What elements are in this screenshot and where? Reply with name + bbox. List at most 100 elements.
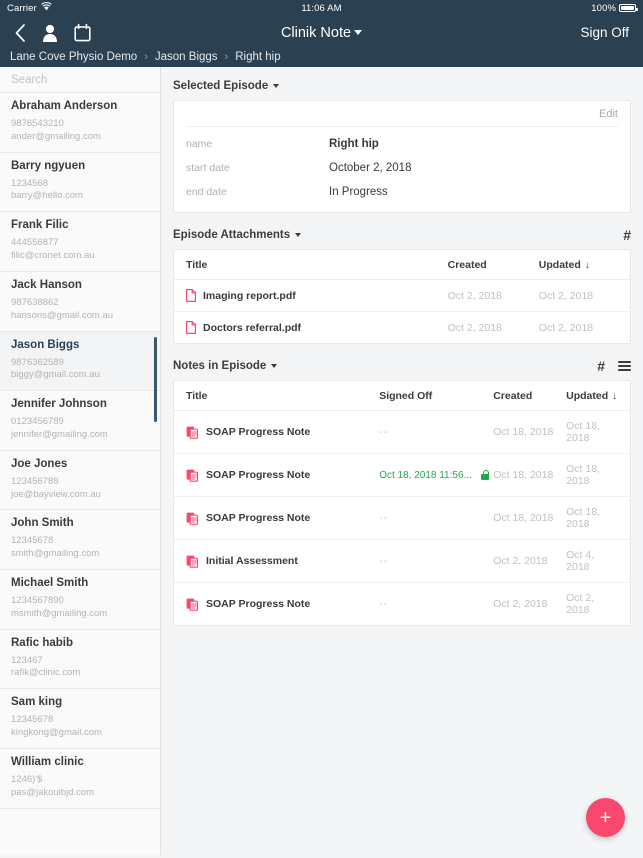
sign-off-button[interactable]: Sign Off bbox=[580, 25, 629, 40]
episode-attachments-title[interactable]: Episode Attachments bbox=[173, 229, 290, 241]
column-header-created[interactable]: Created bbox=[493, 381, 567, 411]
patient-list-item[interactable]: Rafic habib 123467 rafik@clinic.com bbox=[0, 630, 160, 690]
table-row[interactable]: SOAP Progress Note Oct 18, 2018 11:56... O… bbox=[174, 453, 630, 497]
patient-list-item[interactable]: Sam king 12345678 kingkong@gmail.com bbox=[0, 689, 160, 749]
patient-phone: 123467 bbox=[11, 654, 43, 666]
patient-list-item[interactable]: William clinic 1246)'$ pas@jakouibjd.com bbox=[0, 749, 160, 809]
patient-email: rafik@clinic.com bbox=[11, 667, 81, 679]
attachment-updated: Oct 2, 2018 bbox=[538, 279, 630, 312]
episode-attachments-card: Title Created Updated ↓ Imaging report.pd… bbox=[173, 249, 631, 344]
table-row[interactable]: SOAP Progress Note -- Oct 2, 2018 Oct 2, 20… bbox=[174, 583, 630, 626]
chevron-down-icon[interactable] bbox=[271, 364, 278, 368]
table-row[interactable]: Initial Assessment -- Oct 2, 2018 Oct 4, 20… bbox=[174, 539, 630, 583]
patient-name: Barry ngyuen bbox=[11, 159, 86, 172]
nav-bar-icons bbox=[14, 23, 91, 43]
patient-list-item[interactable]: Joe Jones 123456789 joe@bayview.com.au bbox=[0, 451, 160, 511]
column-header-title[interactable]: Title bbox=[174, 381, 380, 411]
column-header-updated[interactable]: Updated ↓ bbox=[566, 381, 630, 411]
patient-list-item[interactable]: Michael Smith 1234567890 msmith@gmailing.c… bbox=[0, 570, 160, 630]
search-container[interactable] bbox=[0, 67, 160, 93]
list-lines-icon[interactable] bbox=[618, 361, 631, 371]
battery-icon bbox=[619, 4, 638, 12]
notes-in-episode-card: Title Signed Off Created Updated ↓ SOAP P… bbox=[173, 380, 631, 626]
back-chevron-icon[interactable] bbox=[14, 23, 26, 43]
episode-field-label: start date bbox=[186, 162, 230, 174]
patient-email: hansons@gmail.com.au bbox=[11, 309, 114, 321]
breadcrumb: Lane Cove Physio Demo › Jason Biggs › Ri… bbox=[0, 49, 643, 67]
content-area: Abraham Anderson 9876543210ander@gmailing… bbox=[0, 67, 643, 855]
patient-phone: 444556877 bbox=[11, 237, 59, 249]
patient-list-item[interactable]: Barry ngyuen 1234568 barry@hello.com bbox=[0, 153, 160, 213]
note-title-cell[interactable]: Initial Assessment bbox=[174, 539, 380, 583]
hash-icon[interactable]: # bbox=[623, 228, 631, 242]
note-created: Oct 2, 2018 bbox=[493, 598, 548, 610]
chevron-down-icon bbox=[354, 30, 363, 36]
patient-name: Michael Smith bbox=[11, 577, 89, 589]
note-title-cell[interactable]: SOAP Progress Note bbox=[174, 410, 380, 454]
edit-button[interactable]: Edit bbox=[599, 108, 618, 120]
selected-episode-card: Edit name Right hip start date October 2, 2… bbox=[173, 100, 631, 213]
patient-list-item[interactable]: Jennifer Johnson 0123456789 jennifer@gmail… bbox=[0, 391, 160, 451]
chevron-down-icon[interactable] bbox=[273, 84, 280, 88]
column-header-updated[interactable]: Updated ↓ bbox=[538, 250, 630, 280]
table-row[interactable]: Doctors referral.pdf Oct 2, 2018 Oct 2, 20… bbox=[174, 312, 630, 344]
person-icon[interactable] bbox=[42, 23, 58, 43]
note-document-icon bbox=[186, 469, 198, 482]
patient-list-item[interactable]: Jack Hanson 987638862 hansons@gmail.com.au bbox=[0, 272, 160, 332]
episode-field-row: name Right hip bbox=[186, 138, 618, 150]
attachment-title-cell[interactable]: Doctors referral.pdf bbox=[174, 312, 448, 344]
note-title-cell[interactable]: SOAP Progress Note bbox=[174, 583, 379, 626]
column-header-title[interactable]: Title bbox=[174, 250, 448, 280]
hash-icon[interactable]: # bbox=[597, 359, 605, 373]
patient-phone: 9876543210 bbox=[11, 118, 64, 129]
notes-table-body: SOAP Progress Note -- Oct 18, 2018 Oct 18, … bbox=[174, 410, 630, 626]
attachment-created: Oct 2, 2018 bbox=[447, 321, 502, 334]
note-title: SOAP Progress Note bbox=[206, 426, 311, 438]
note-title-cell[interactable]: SOAP Progress Note bbox=[174, 496, 380, 540]
notes-in-episode-title[interactable]: Notes in Episode bbox=[173, 360, 266, 372]
note-signed-off-cell: -- bbox=[379, 496, 494, 540]
note-title-cell[interactable]: SOAP Progress Note bbox=[174, 453, 380, 497]
sort-descending-icon: ↓ bbox=[584, 260, 590, 271]
patient-list-item[interactable]: John Smith 12345678 smith@gmailing.com bbox=[0, 510, 160, 570]
app-title-label: Clinik Note bbox=[280, 24, 352, 41]
sidebar-scrollbar-thumb[interactable] bbox=[154, 337, 157, 422]
breadcrumb-item-patient[interactable]: Jason Biggs bbox=[155, 51, 218, 63]
plus-icon: + bbox=[599, 806, 612, 829]
breadcrumb-separator-icon: › bbox=[224, 50, 229, 63]
chevron-down-icon[interactable] bbox=[295, 233, 302, 237]
calendar-icon[interactable] bbox=[74, 23, 91, 43]
patient-email: filic@cronet.com.au bbox=[11, 250, 95, 262]
notes-table: Title Signed Off Created Updated ↓ SOAP P… bbox=[174, 381, 630, 625]
selected-episode-title[interactable]: Selected Episode bbox=[173, 80, 268, 92]
column-header-signed-off[interactable]: Signed Off bbox=[379, 381, 494, 411]
attachment-title-cell[interactable]: Imaging report.pdf bbox=[174, 279, 448, 312]
note-created: Oct 2, 2018 bbox=[493, 539, 567, 583]
breadcrumb-item-clinic[interactable]: Lane Cove Physio Demo bbox=[10, 51, 137, 63]
patient-list-item[interactable]: Frank Filic 444556877 filic@cronet.com.au bbox=[0, 212, 160, 272]
patient-email: ander@gmailing.com bbox=[11, 130, 101, 142]
table-row[interactable]: Imaging report.pdf Oct 2, 2018 Oct 2, 2018 bbox=[174, 279, 630, 312]
patient-list-item[interactable]: Jason Biggs 9876362589 biggy@gmail.com.au bbox=[0, 331, 160, 392]
attachments-table: Title Created Updated ↓ Imaging report.pd… bbox=[174, 250, 630, 343]
episode-field-row: start date October 2, 2018 bbox=[186, 162, 618, 174]
patient-email: kingkong@gmail.com bbox=[11, 727, 102, 739]
episode-field-value: October 2, 2018 bbox=[329, 162, 412, 174]
table-row[interactable]: SOAP Progress Note -- Oct 18, 2018 Oct 18, … bbox=[174, 496, 630, 540]
episode-field-row: end date In Progress bbox=[186, 186, 618, 198]
note-updated: Oct 4, 2018 bbox=[566, 539, 630, 583]
patient-list-item[interactable]: Abraham Anderson 9876543210 ander@gmailing… bbox=[0, 93, 160, 153]
app-title-menu[interactable]: Clinik Note bbox=[0, 25, 643, 41]
patient-name: Jason Biggs bbox=[11, 338, 80, 351]
breadcrumb-item-episode[interactable]: Right hip bbox=[235, 51, 280, 63]
attachment-title: Imaging report.pdf bbox=[203, 289, 296, 302]
add-button-fab[interactable]: + bbox=[586, 798, 625, 837]
column-header-created[interactable]: Created bbox=[447, 250, 539, 280]
episode-fields: name Right hip start date October 2, 2018 en… bbox=[174, 127, 630, 212]
note-signed-off-cell: Oct 18, 2018 11:56... bbox=[379, 453, 494, 497]
episode-field-label: end date bbox=[186, 186, 227, 198]
table-row[interactable]: SOAP Progress Note -- Oct 18, 2018 Oct 18, … bbox=[174, 410, 630, 454]
nav-bar: Clinik Note Sign Off bbox=[0, 16, 643, 49]
status-bar: Carrier 11:06 AM 100% bbox=[0, 0, 643, 16]
search-input[interactable] bbox=[11, 73, 149, 86]
